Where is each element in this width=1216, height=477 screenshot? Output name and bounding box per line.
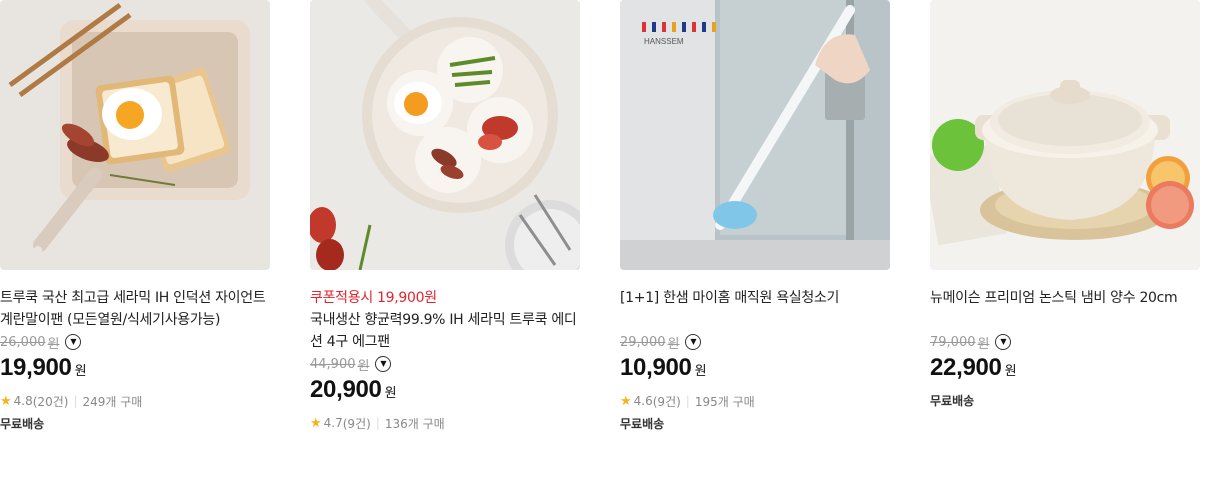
purchase-count: 195개 구매 (694, 394, 755, 409)
chevron-down-circle-icon[interactable]: ▼ (65, 334, 82, 350)
star-icon: ★ (0, 393, 12, 409)
chevron-down-circle-icon[interactable]: ▼ (685, 334, 702, 350)
review-count: (9건) (342, 416, 371, 431)
nonstick-pot-image (930, 0, 1200, 270)
product-title[interactable]: [1+1] 한샘 마이홈 매직원 욕실청소기 (620, 287, 890, 309)
rating-score: 4.8 (13, 394, 33, 408)
purchase-count: 249개 구매 (82, 394, 143, 409)
free-shipping-badge: 무료배송 (620, 417, 665, 431)
product-card[interactable]: 트루쿡 국산 최고급 세라믹 IH 인덕션 자이언트 계란말이팬 (모든열원/식… (0, 0, 270, 434)
sale-price: 10,900 원 (620, 354, 707, 381)
original-price: 44,900 원 ▼ (310, 353, 580, 375)
rating-row: ★ 4.8 (20건) | 249개 구매 (0, 391, 270, 411)
free-shipping-badge: 무료배송 (0, 417, 45, 431)
sale-price: 20,900 원 (310, 376, 397, 403)
sale-price: 22,900 원 (930, 354, 1017, 381)
product-title[interactable]: 트루쿡 국산 최고급 세라믹 IH 인덕션 자이언트 계란말이팬 (모든열원/식… (0, 287, 270, 331)
product-image[interactable] (930, 0, 1200, 270)
divider: | (73, 394, 78, 408)
rating-row: ★ 4.6 (9건) | 195개 구매 (620, 391, 890, 411)
sale-price: 19,900 원 (0, 354, 87, 381)
purchase-count: 136개 구매 (384, 416, 445, 431)
review-count: (20건) (32, 394, 69, 409)
product-card[interactable]: 쿠폰적용시 19,900원 국내생산 향균력99.9% IH 세라믹 트루쿡 에… (310, 0, 580, 433)
star-icon: ★ (310, 415, 322, 431)
free-shipping-badge: 무료배송 (930, 394, 975, 408)
brand-logo: HANSSEM (644, 37, 684, 46)
rating-score: 4.7 (323, 416, 343, 430)
chevron-down-circle-icon[interactable]: ▼ (995, 334, 1012, 350)
product-title[interactable]: 뉴메이슨 프리미엄 논스틱 냄비 양수 20cm (930, 287, 1200, 309)
product-grid: 트루쿡 국산 최고급 세라믹 IH 인덕션 자이언트 계란말이팬 (모든열원/식… (0, 0, 1216, 477)
divider: | (375, 416, 380, 430)
product-card[interactable]: 뉴메이슨 프리미엄 논스틱 냄비 양수 20cm 79,000 원 ▼ 22,9… (930, 0, 1200, 411)
rating-score: 4.6 (633, 394, 653, 408)
product-title[interactable]: 국내생산 향균력99.9% IH 세라믹 트루쿡 에디션 4구 에그팬 (310, 309, 580, 353)
divider: | (685, 394, 690, 408)
review-count: (9건) (652, 394, 681, 409)
chevron-down-circle-icon[interactable]: ▼ (375, 356, 392, 372)
product-card[interactable]: HANSSEM [1+1] 한샘 마이홈 매직원 욕실청소기 29,000 원 … (620, 0, 890, 434)
product-image[interactable] (310, 0, 580, 270)
product-image[interactable] (0, 0, 270, 270)
original-price: 26,000 원 ▼ (0, 331, 270, 353)
product-image[interactable]: HANSSEM (620, 0, 890, 270)
original-price: 29,000 원 ▼ (620, 331, 890, 353)
star-icon: ★ (620, 393, 632, 409)
coupon-price: 쿠폰적용시 19,900원 (310, 290, 437, 306)
bathroom-cleaner-image: HANSSEM (620, 0, 890, 270)
rating-row: ★ 4.7 (9건) | 136개 구매 (310, 413, 580, 433)
original-price: 79,000 원 ▼ (930, 331, 1200, 353)
egg-roll-pan-image (0, 0, 270, 270)
egg-pan-image (310, 0, 580, 270)
